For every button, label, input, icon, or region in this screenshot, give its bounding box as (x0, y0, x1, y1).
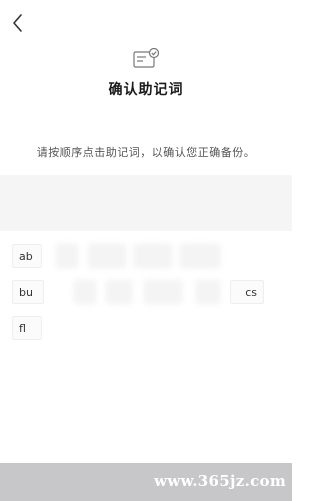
word-chip[interactable] (196, 280, 220, 304)
word-chip[interactable] (180, 244, 220, 268)
word-row: ab (12, 244, 282, 280)
instruction-text: 请按顺序点击助记词，以确认您正确备份。 (36, 146, 256, 159)
word-chip[interactable] (134, 244, 172, 268)
confirm-mnemonic-page: 确认助记词 请按顺序点击助记词，以确认您正确备份。 ab bu cs fl ww… (0, 0, 292, 501)
watermark-bar: www.365jz.com (0, 463, 292, 501)
word-chip[interactable] (106, 280, 132, 304)
word-chip[interactable]: bu (12, 280, 44, 304)
word-chip[interactable] (56, 244, 78, 268)
word-chip[interactable]: fl (12, 316, 42, 340)
word-chip[interactable] (144, 280, 182, 304)
word-chip[interactable] (88, 244, 126, 268)
verified-card-icon (132, 47, 160, 70)
watermark-text: www.365jz.com (154, 472, 286, 490)
selected-words-area[interactable] (0, 175, 292, 231)
chevron-left-icon (13, 14, 22, 32)
word-row: bu cs (12, 280, 282, 316)
word-row: fl (12, 316, 282, 352)
page-title: 确认助记词 (108, 82, 184, 98)
word-chip[interactable]: cs (230, 280, 264, 304)
back-button[interactable] (8, 12, 30, 34)
word-grid: ab bu cs fl (12, 244, 282, 352)
word-chip[interactable] (74, 280, 96, 304)
word-chip[interactable]: ab (12, 244, 42, 268)
